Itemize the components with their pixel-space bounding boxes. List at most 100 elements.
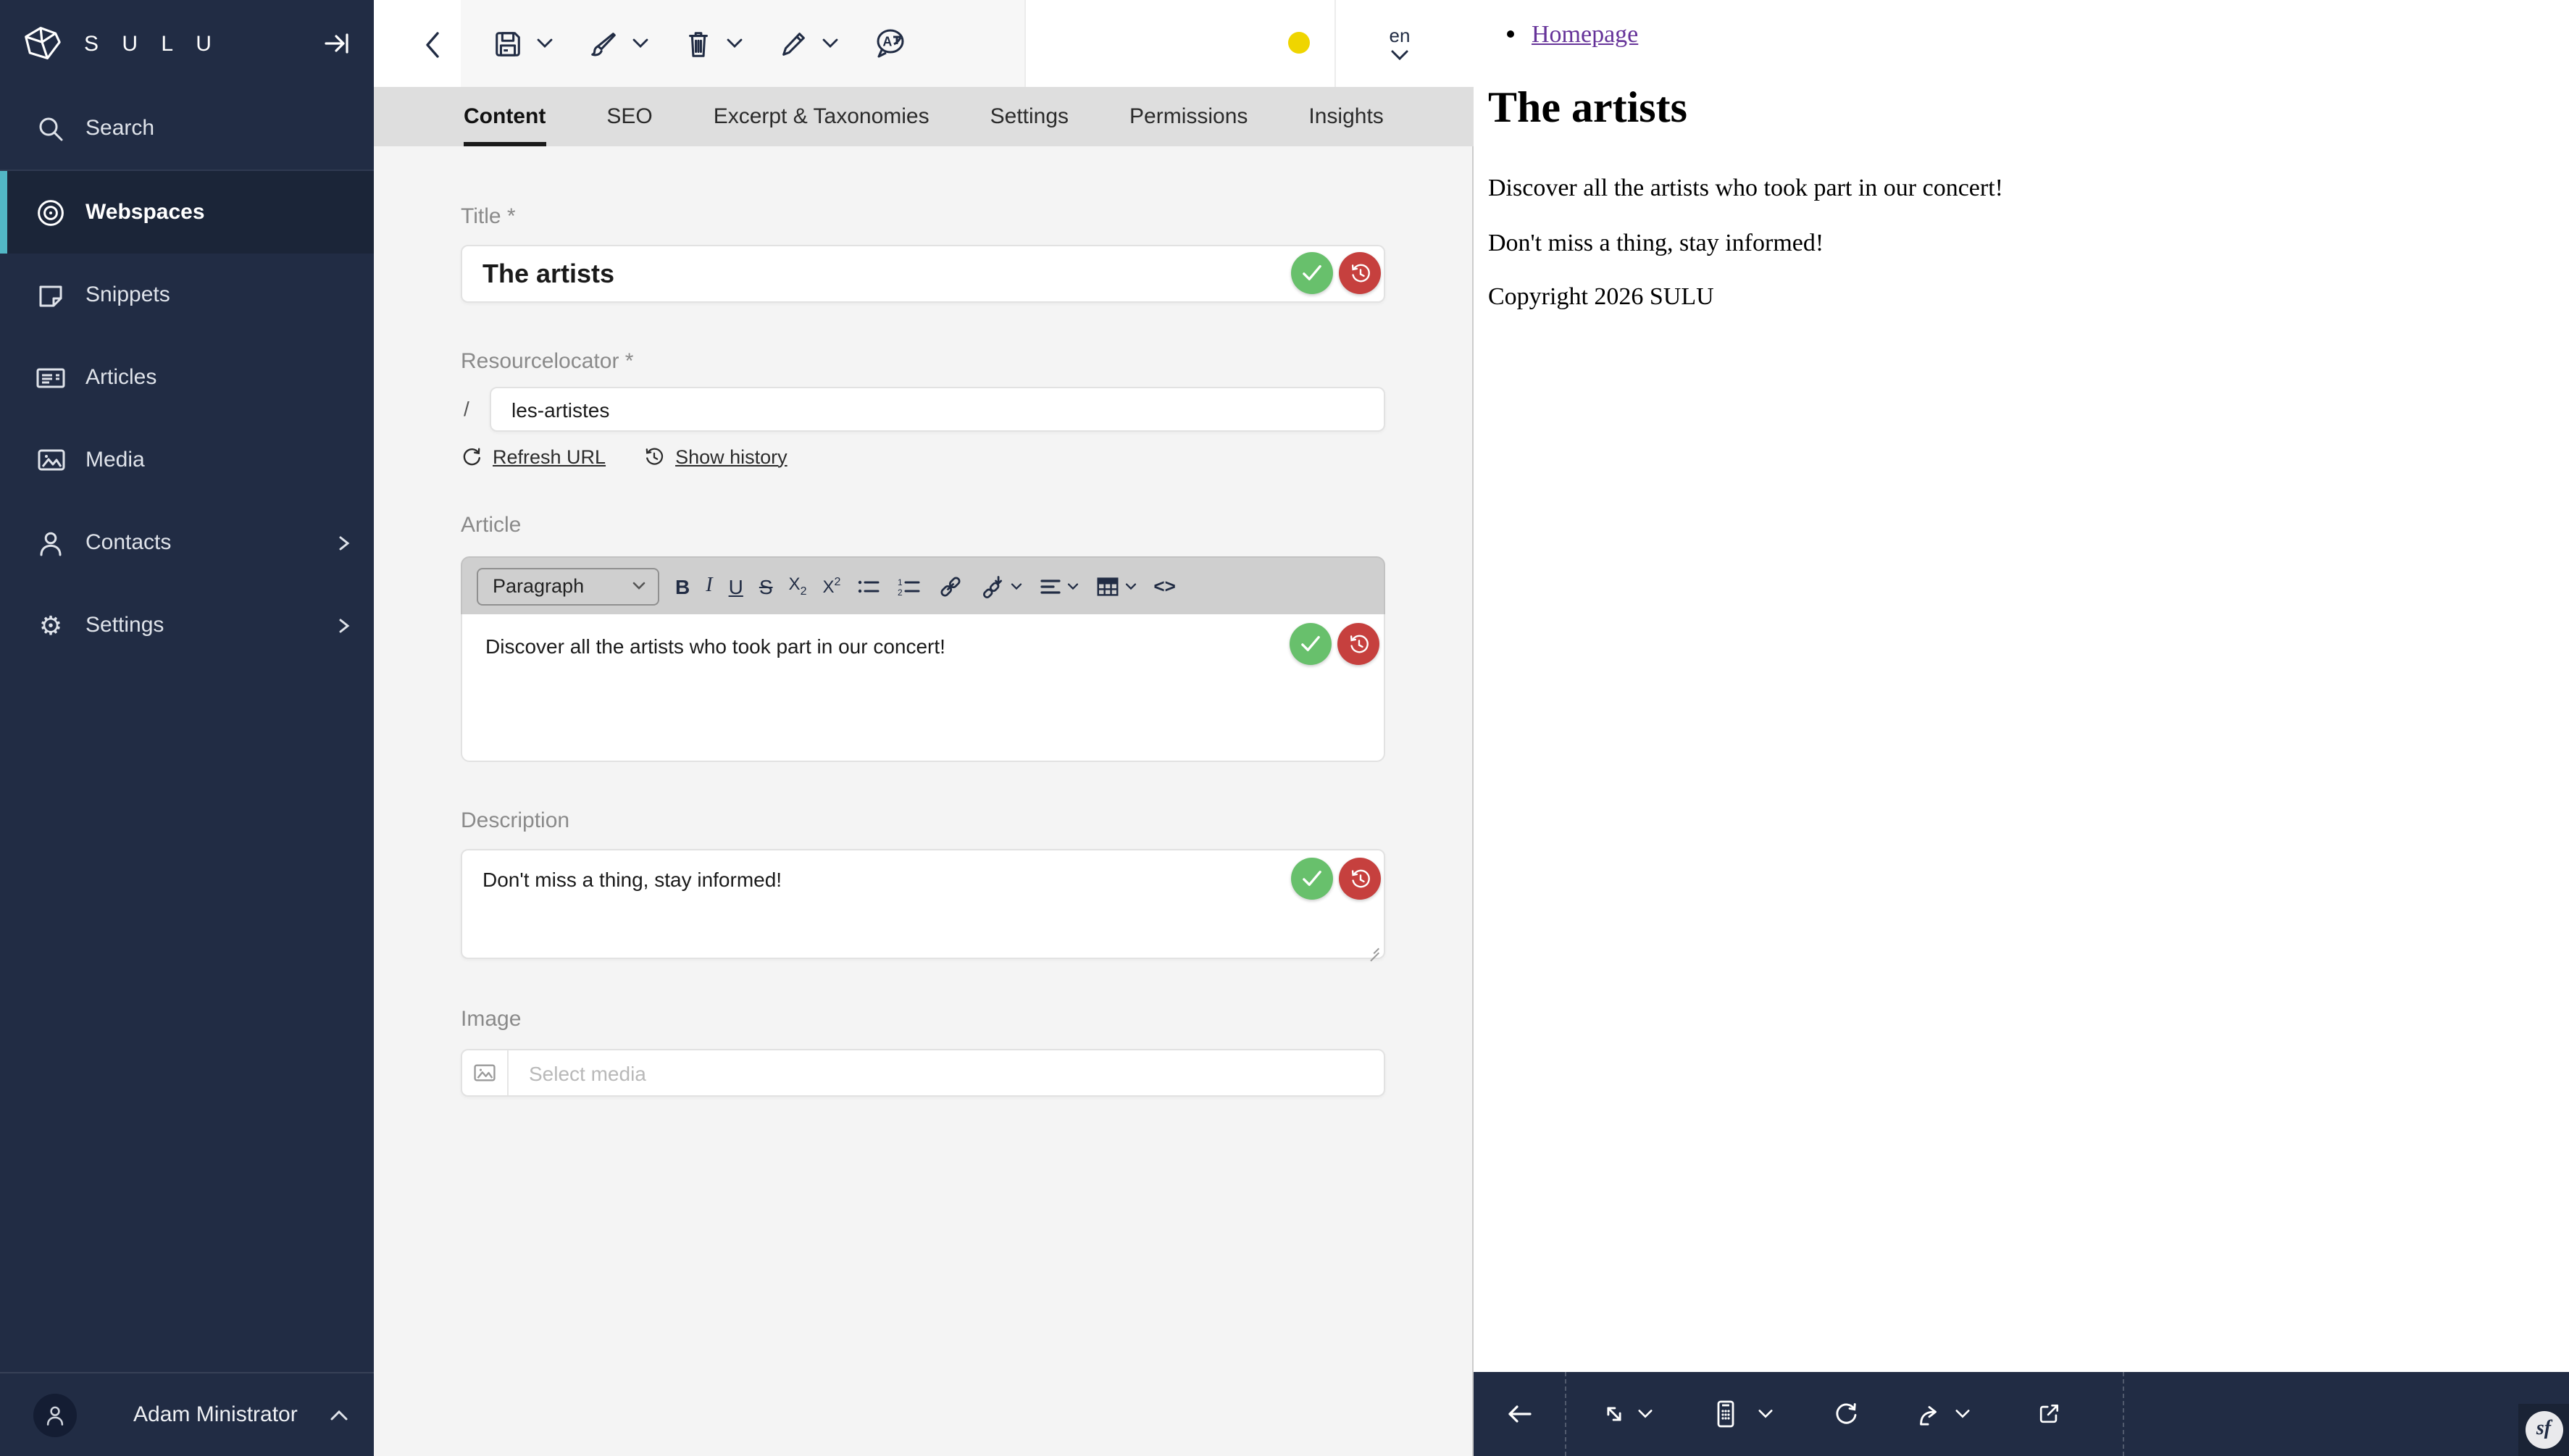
toolbar-divider bbox=[1565, 1372, 1566, 1456]
chevron-down-icon bbox=[726, 38, 743, 49]
title-input[interactable] bbox=[461, 245, 1385, 303]
device-mode-button[interactable] bbox=[1714, 1372, 1737, 1456]
refresh-icon bbox=[463, 447, 480, 465]
tab-content[interactable]: Content bbox=[464, 87, 546, 146]
settings-icon: ⚙ bbox=[38, 611, 63, 640]
svg-text:2: 2 bbox=[898, 587, 903, 597]
tab-settings[interactable]: Settings bbox=[990, 87, 1069, 146]
superscript-button[interactable]: X2 bbox=[822, 575, 840, 597]
type-change-button[interactable] bbox=[588, 28, 649, 59]
tab-permissions[interactable]: Permissions bbox=[1129, 87, 1248, 146]
chevron-down-icon[interactable] bbox=[1955, 1372, 1971, 1456]
content-form: Title * Resourcelocator * / bbox=[374, 146, 1474, 1456]
resourcelocator-field-wrapper: / bbox=[461, 387, 1385, 432]
refresh-url-link[interactable]: Refresh URL bbox=[461, 445, 606, 467]
sidebar-item-label: Contacts bbox=[85, 530, 172, 555]
article-label: Article bbox=[461, 513, 522, 537]
tab-insights[interactable]: Insights bbox=[1308, 87, 1383, 146]
svg-text:A: A bbox=[882, 35, 892, 49]
chevron-up-icon bbox=[327, 1406, 351, 1423]
description-label: Description bbox=[461, 808, 570, 833]
select-media-input[interactable] bbox=[509, 1061, 1384, 1084]
sidebar-item-search[interactable]: Search bbox=[0, 87, 374, 171]
refresh-preview-button[interactable] bbox=[1833, 1372, 1859, 1456]
sidebar-item-media[interactable]: Media bbox=[0, 419, 374, 501]
chevron-down-icon[interactable] bbox=[1758, 1372, 1774, 1456]
media-picker-icon[interactable] bbox=[462, 1050, 509, 1095]
resourcelocator-label: Resourcelocator * bbox=[461, 349, 634, 374]
back-button[interactable] bbox=[420, 29, 446, 61]
tab-seo[interactable]: SEO bbox=[606, 87, 652, 146]
chevron-down-icon bbox=[822, 38, 839, 49]
chevron-down-icon bbox=[632, 38, 649, 49]
article-text: Discover all the artists who took part i… bbox=[485, 635, 945, 658]
sidebar-item-label: Articles bbox=[85, 365, 157, 390]
sidebar-item-settings[interactable]: ⚙ Settings bbox=[0, 584, 374, 666]
sidebar-item-webspaces[interactable]: Webspaces bbox=[0, 171, 374, 254]
editor-toolbar: Paragraph B I U S X2 X2 1 2 <> bbox=[461, 556, 1385, 614]
check-icon bbox=[1303, 265, 1321, 281]
open-external-window-button[interactable] bbox=[2036, 1372, 2062, 1456]
translate-button[interactable]: A bbox=[874, 28, 907, 59]
tab-excerpt-taxonomies[interactable]: Excerpt & Taxonomies bbox=[714, 87, 930, 146]
table-button[interactable] bbox=[1095, 574, 1137, 598]
edit-button[interactable] bbox=[778, 28, 839, 59]
textarea-resize-handle[interactable] bbox=[1366, 940, 1381, 955]
bulleted-list-button[interactable] bbox=[856, 574, 881, 598]
preview-copyright: Copyright 2026 SULU bbox=[1488, 283, 1714, 310]
confirm-button[interactable] bbox=[1291, 252, 1333, 294]
search-icon bbox=[35, 114, 67, 143]
confirm-button[interactable] bbox=[1291, 858, 1333, 900]
chevron-right-icon bbox=[333, 615, 354, 635]
history-icon bbox=[1350, 263, 1369, 282]
homepage-link[interactable]: Homepage bbox=[1532, 20, 1638, 48]
chevron-down-icon bbox=[632, 582, 646, 590]
block-style-select[interactable]: Paragraph bbox=[477, 567, 659, 605]
underline-button[interactable]: U bbox=[729, 574, 743, 598]
sidebar-item-label: Webspaces bbox=[85, 200, 205, 225]
resize-preview-button[interactable] bbox=[1601, 1372, 1627, 1456]
article-editor-content[interactable]: Discover all the artists who took part i… bbox=[461, 614, 1385, 762]
sulu-logo-icon bbox=[20, 25, 64, 62]
external-link-icon bbox=[2039, 1404, 2059, 1423]
contacts-icon bbox=[35, 528, 67, 557]
copy-url-button[interactable] bbox=[1916, 1372, 1943, 1456]
sidebar-item-label: Snippets bbox=[85, 283, 170, 307]
stop-preview-button[interactable] bbox=[1505, 1372, 1534, 1456]
revert-button[interactable] bbox=[1337, 623, 1379, 665]
strikethrough-button[interactable]: S bbox=[759, 574, 773, 598]
save-button[interactable] bbox=[493, 28, 554, 59]
collapse-sidebar-icon[interactable] bbox=[322, 29, 351, 58]
resize-icon bbox=[1607, 1407, 1621, 1421]
resourcelocator-input[interactable] bbox=[490, 387, 1385, 432]
code-button[interactable]: <> bbox=[1153, 575, 1175, 597]
snippets-icon bbox=[35, 280, 67, 309]
delete-button[interactable] bbox=[684, 28, 743, 59]
sidebar-item-snippets[interactable]: Snippets bbox=[0, 254, 374, 336]
confirm-button[interactable] bbox=[1290, 623, 1332, 665]
user-menu[interactable]: Adam Ministrator bbox=[0, 1372, 374, 1456]
chevron-down-icon bbox=[1066, 582, 1079, 590]
revert-button[interactable] bbox=[1339, 858, 1381, 900]
symfony-profiler-button[interactable]: sf bbox=[2518, 1404, 2569, 1456]
sidebar-item-contacts[interactable]: Contacts bbox=[0, 501, 374, 584]
subscript-button[interactable]: X2 bbox=[789, 574, 807, 598]
link-button[interactable] bbox=[937, 573, 964, 599]
preview-nav-item: Homepage bbox=[1532, 20, 2569, 49]
user-name: Adam Ministrator bbox=[133, 1402, 298, 1427]
description-textarea[interactable]: Don't miss a thing, stay informed! bbox=[461, 849, 1385, 959]
arrow-left-icon bbox=[1508, 1405, 1532, 1423]
symfony-logo: sf bbox=[2525, 1411, 2562, 1449]
sidebar-item-articles[interactable]: Articles bbox=[0, 336, 374, 419]
italic-button[interactable]: I bbox=[706, 574, 712, 598]
bold-button[interactable]: B bbox=[675, 574, 690, 598]
anchor-button[interactable] bbox=[979, 573, 1023, 599]
numbered-list-button[interactable]: 1 2 bbox=[897, 574, 922, 598]
alignment-button[interactable] bbox=[1039, 576, 1079, 596]
preview-nav-list: Homepage bbox=[1474, 20, 2569, 49]
chevron-down-icon[interactable] bbox=[1637, 1372, 1653, 1456]
revert-button[interactable] bbox=[1339, 252, 1381, 294]
locale-selector[interactable]: en bbox=[1334, 0, 1463, 87]
toolbar-actions: A bbox=[461, 0, 1026, 87]
show-history-link[interactable]: Show history bbox=[643, 445, 788, 467]
